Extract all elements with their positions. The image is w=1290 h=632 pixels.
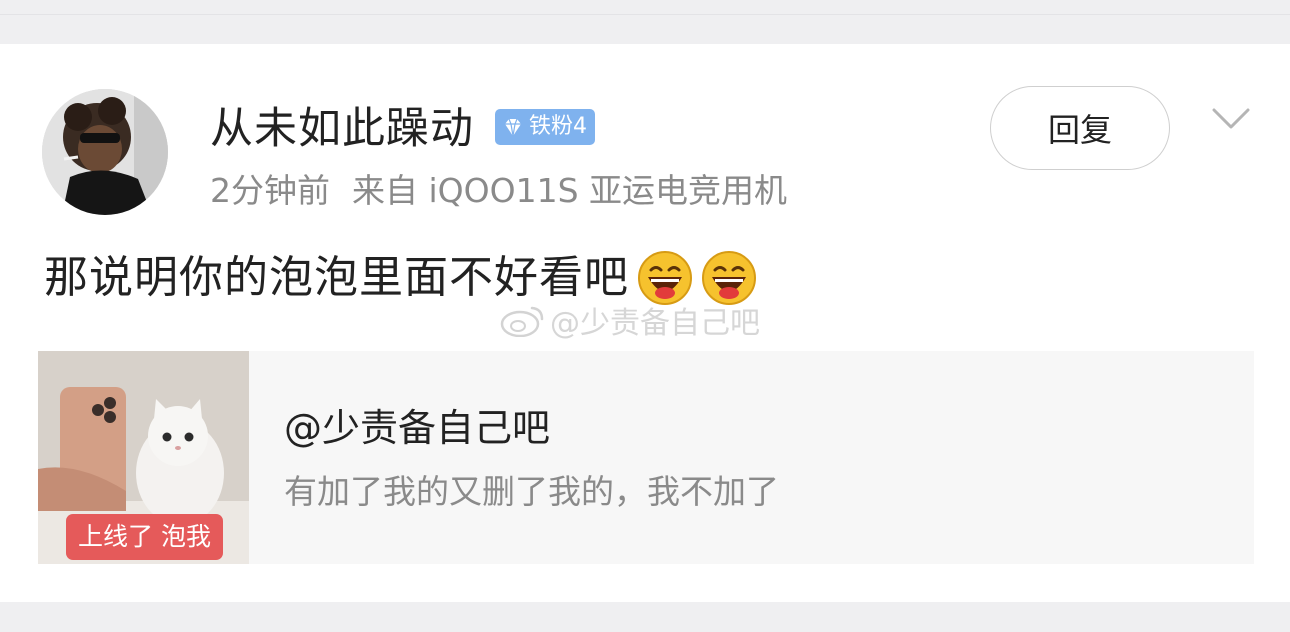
bottom-separator-band	[0, 602, 1290, 632]
quoted-comment-card[interactable]: 上线了 泡我 @少责备自己吧 有加了我的又删了我的，我不加了	[38, 351, 1254, 564]
fan-badge[interactable]: 铁粉4	[495, 109, 595, 145]
diamond-icon	[505, 118, 521, 137]
reply-button[interactable]: 回复	[990, 86, 1170, 170]
avatar[interactable]	[42, 89, 168, 215]
thumbnail-caption: 上线了 泡我	[66, 514, 223, 560]
watermark-text: @少责备自己吧	[550, 306, 760, 341]
quoted-text: 有加了我的又删了我的，我不加了	[284, 472, 779, 511]
post-time: 2分钟前	[210, 171, 330, 210]
chevron-down-icon[interactable]	[1208, 100, 1254, 136]
top-separator-band	[0, 0, 1290, 44]
username[interactable]: 从未如此躁动	[210, 100, 474, 158]
avatar-image	[42, 89, 168, 215]
post-meta: 2分钟前 来自 iQOO11S 亚运电竞用机	[210, 168, 787, 214]
quoted-username[interactable]: @少责备自己吧	[284, 403, 550, 453]
fan-badge-label: 铁粉4	[529, 114, 587, 139]
post-source: 来自 iQOO11S 亚运电竞用机	[352, 171, 788, 210]
weibo-logo-icon	[500, 306, 544, 337]
watermark: @少责备自己吧	[500, 298, 760, 342]
quote-thumbnail: 上线了 泡我	[38, 351, 249, 564]
